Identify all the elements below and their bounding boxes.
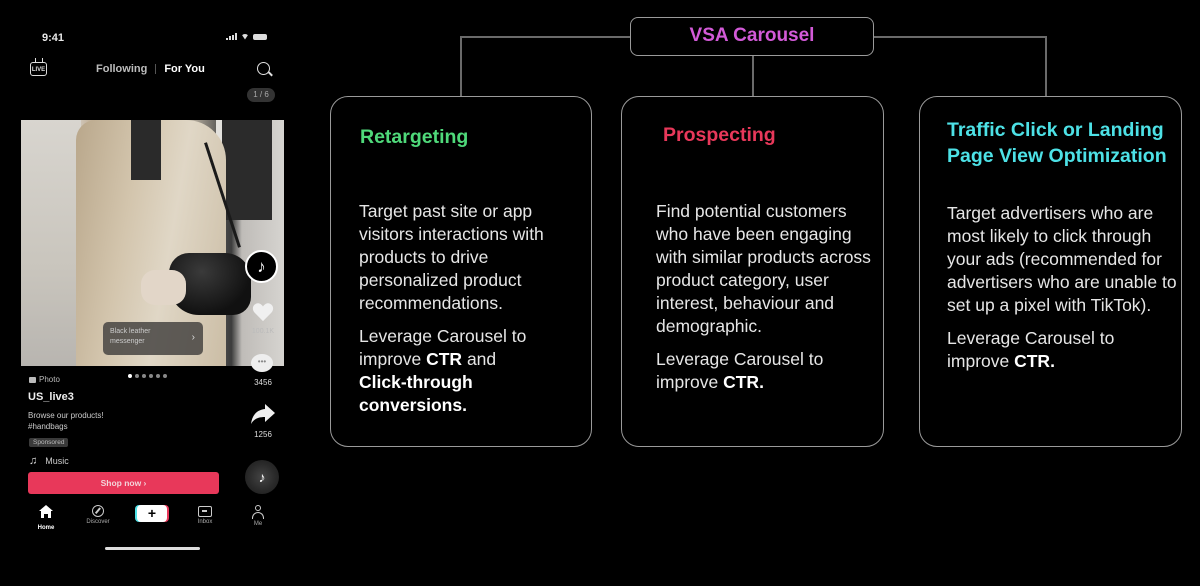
photo-icon bbox=[29, 376, 36, 383]
carousel-dot[interactable] bbox=[149, 374, 153, 378]
status-icons bbox=[226, 33, 267, 40]
card-body: Find potential customers who have been e… bbox=[656, 201, 871, 392]
carousel-dots bbox=[128, 374, 167, 378]
carousel-dot[interactable] bbox=[142, 374, 146, 378]
tab-inbox[interactable]: Inbox bbox=[185, 505, 225, 525]
card-title: Prospecting bbox=[663, 124, 776, 146]
phone-mockup: 9:41 LIVE Following For You 1 / 6 Black … bbox=[0, 0, 300, 586]
plus-icon: + bbox=[137, 505, 167, 522]
share-icon[interactable] bbox=[250, 403, 276, 425]
music-note-icon: ♫ bbox=[29, 455, 38, 467]
music-disc-icon[interactable]: ♪ bbox=[245, 460, 279, 494]
card-prospecting: Prospecting Find potential customers who… bbox=[621, 96, 884, 447]
feed-tabs: Following For You bbox=[96, 63, 205, 75]
tab-for-you[interactable]: For You bbox=[164, 63, 205, 75]
tab-divider bbox=[155, 64, 157, 74]
tab-home[interactable]: Home bbox=[26, 505, 66, 531]
status-time: 9:41 bbox=[42, 32, 65, 44]
carousel-dot[interactable] bbox=[156, 374, 160, 378]
sponsored-badge: Sponsored bbox=[29, 438, 69, 447]
card-body: Target past site or app visitors interac… bbox=[359, 201, 544, 415]
wifi-icon bbox=[241, 33, 249, 40]
music-label: Music bbox=[45, 456, 69, 466]
inbox-icon bbox=[198, 506, 212, 517]
tab-discover[interactable]: Discover bbox=[78, 505, 118, 525]
comment-count: 3456 bbox=[254, 378, 272, 387]
battery-icon bbox=[253, 33, 267, 40]
compass-icon bbox=[92, 505, 104, 517]
product-tag-name: Black leather messenger bbox=[110, 328, 151, 345]
card-body: Target advertisers who are most likely t… bbox=[947, 203, 1177, 371]
post-type-label: Photo bbox=[29, 375, 60, 384]
card-title: Retargeting bbox=[360, 126, 469, 148]
card-title: Traffic Click or Landing Page View Optim… bbox=[947, 119, 1167, 167]
tiktok-avatar-icon[interactable]: ♪ bbox=[245, 250, 278, 283]
connector-right-vertical bbox=[1045, 36, 1047, 96]
create-button[interactable]: + bbox=[132, 505, 172, 522]
signal-icon bbox=[226, 33, 237, 40]
heart-icon[interactable] bbox=[252, 302, 274, 322]
post-caption: Browse our products! #handbags bbox=[28, 410, 208, 432]
username[interactable]: US_live3 bbox=[28, 391, 74, 403]
live-tv-icon[interactable]: LIVE bbox=[30, 62, 47, 76]
carousel-dot[interactable] bbox=[163, 374, 167, 378]
home-indicator bbox=[105, 547, 200, 550]
profile-icon bbox=[251, 505, 265, 519]
carousel-dot[interactable] bbox=[135, 374, 139, 378]
tab-following[interactable]: Following bbox=[96, 63, 147, 75]
card-retargeting: Retargeting Target past site or app visi… bbox=[330, 96, 592, 447]
connector-center-vertical bbox=[752, 56, 754, 96]
bottom-tab-bar: Home Discover + Inbox Me bbox=[28, 505, 274, 535]
search-icon[interactable] bbox=[257, 62, 270, 75]
connector-left-vertical bbox=[460, 36, 462, 96]
shop-now-button[interactable]: Shop now › bbox=[28, 472, 219, 494]
card-traffic-optimization: Traffic Click or Landing Page View Optim… bbox=[919, 96, 1182, 447]
tab-me[interactable]: Me bbox=[238, 505, 278, 527]
comment-icon[interactable]: ••• bbox=[251, 354, 273, 372]
root-node-vsa-carousel: VSA Carousel bbox=[630, 17, 874, 56]
music-row[interactable]: ♫ Music bbox=[29, 455, 69, 467]
share-count: 1256 bbox=[254, 430, 272, 439]
hashtag-link[interactable]: #handbags bbox=[28, 421, 208, 432]
like-count: 100.1K bbox=[251, 328, 275, 335]
home-icon bbox=[39, 505, 53, 518]
carousel-counter-badge: 1 / 6 bbox=[247, 88, 275, 102]
connector-right-horizontal bbox=[874, 36, 1046, 38]
carousel-dot[interactable] bbox=[128, 374, 132, 378]
chevron-right-icon: › bbox=[191, 332, 195, 343]
product-tag[interactable]: Black leather messenger › bbox=[103, 322, 203, 355]
connector-left-horizontal bbox=[460, 36, 630, 38]
